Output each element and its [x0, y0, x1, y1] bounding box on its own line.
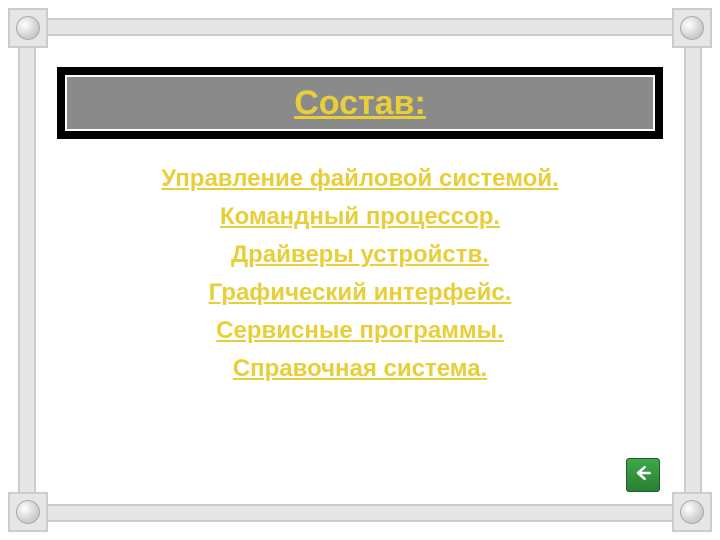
frame-bar-left: [18, 48, 36, 492]
corner-button-bottom-right[interactable]: [672, 492, 712, 532]
list-item[interactable]: Командный процессор.: [60, 203, 660, 231]
list-item[interactable]: Драйверы устройств.: [60, 241, 660, 269]
corner-button-bottom-left[interactable]: [8, 492, 48, 532]
corner-button-top-right[interactable]: [672, 8, 712, 48]
list-item[interactable]: Управление файловой системой.: [60, 165, 660, 193]
arrow-left-icon: [633, 463, 653, 488]
circle-icon: [16, 16, 40, 40]
list-item[interactable]: Графический интерфейс.: [60, 279, 660, 307]
list-item[interactable]: Сервисные программы.: [60, 317, 660, 345]
frame-bar-right: [684, 48, 702, 492]
frame-bar-top: [48, 18, 672, 36]
content-list: Управление файловой системой. Командный …: [60, 155, 660, 393]
circle-icon: [680, 16, 704, 40]
page-title: Состав:: [294, 84, 426, 123]
circle-icon: [680, 500, 704, 524]
circle-icon: [16, 500, 40, 524]
back-button[interactable]: [626, 458, 660, 492]
list-item[interactable]: Справочная система.: [60, 355, 660, 383]
frame-bar-bottom: [48, 504, 672, 522]
corner-button-top-left[interactable]: [8, 8, 48, 48]
title-box: Состав:: [60, 70, 660, 136]
